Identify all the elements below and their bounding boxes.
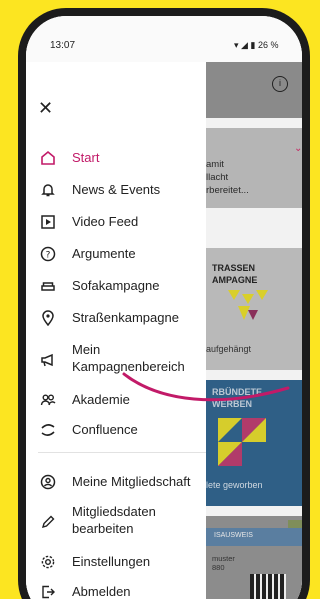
svg-text:?: ? — [46, 251, 51, 261]
member-card-text: muster 880 — [212, 554, 235, 572]
battery-icon: ▮ — [250, 40, 256, 50]
member-icon — [38, 472, 58, 492]
menu-item-label: Einstellungen — [72, 554, 151, 569]
phone-screen: 13:07 ▾ ◢ ▮ 26 % ⌄ amit llacht rbereitet… — [26, 16, 302, 599]
menu-item-label: Argumente — [72, 246, 136, 261]
close-icon[interactable]: ✕ — [38, 98, 58, 118]
menu-item-label: News & Events — [72, 182, 161, 197]
menu-divider — [38, 452, 206, 453]
menu-item-news-events[interactable]: News & Events — [38, 180, 206, 206]
qr-code-icon — [250, 574, 286, 599]
status-icons: ▾ ◢ ▮ 26 % — [234, 40, 278, 51]
menu-item-label: Straßenkampagne — [72, 310, 179, 325]
menu-item-mitgliedsdaten[interactable]: Mitgliedsdaten bearbeiten — [38, 502, 206, 542]
home-icon — [38, 148, 58, 168]
video-icon — [38, 212, 58, 232]
status-bar: 13:07 ▾ ◢ ▮ 26 % — [26, 16, 302, 62]
bell-icon — [38, 180, 58, 200]
location-pin-icon — [38, 308, 58, 328]
phone-frame: 13:07 ▾ ◢ ▮ 26 % ⌄ amit llacht rbereitet… — [18, 8, 310, 599]
confluence-icon — [38, 420, 58, 440]
background-recruit-caption: lete geworben — [206, 480, 263, 490]
sofa-icon — [38, 276, 58, 296]
background-street-caption: aufgehängt — [206, 344, 252, 354]
menu-item-label: Video Feed — [72, 214, 139, 229]
menu-item-label: Mitgliedsdaten bearbeiten — [72, 504, 156, 536]
signal-icon: ◢ — [241, 40, 248, 50]
menu-item-einstellungen[interactable]: Einstellungen — [38, 552, 206, 578]
menu-item-video-feed[interactable]: Video Feed — [38, 212, 206, 238]
wifi-icon: ▾ — [234, 40, 239, 50]
status-time: 13:07 — [50, 40, 76, 51]
member-card-band-label: ISAUSWEIS — [214, 532, 253, 539]
menu-item-strassenkampagne[interactable]: Straßenkampagne — [38, 308, 206, 334]
pink-arrow-annotation — [122, 372, 290, 402]
background-member-card: ISAUSWEIS muster 880 — [206, 516, 302, 599]
megaphone-icon — [38, 350, 58, 370]
logout-icon — [38, 582, 58, 599]
people-icon — [38, 390, 58, 410]
background-news-text: amit llacht rbereitet... — [206, 159, 249, 196]
background-news-card: ⌄ amit llacht rbereitet... — [206, 128, 302, 208]
navigation-drawer: ✕ Start News & Events Video Feed ? Argum… — [26, 62, 206, 599]
menu-item-abmelden[interactable]: Abmelden — [38, 582, 206, 599]
menu-item-label: Meine Mitgliedschaft — [72, 474, 191, 489]
menu-item-argumente[interactable]: ? Argumente — [38, 244, 206, 270]
battery-level: 26 % — [257, 40, 279, 50]
menu-item-sofakampagne[interactable]: Sofakampagne — [38, 276, 206, 302]
menu-item-label: Start — [72, 150, 100, 165]
menu-item-start[interactable]: Start — [38, 148, 206, 174]
info-icon[interactable]: i — [272, 76, 288, 92]
background-street-title: TRASSEN AMPAGNE — [212, 263, 258, 285]
menu-item-label: Sofakampagne — [72, 278, 160, 293]
menu-item-label: Abmelden — [72, 584, 131, 599]
member-card-band: ISAUSWEIS — [206, 528, 302, 546]
menu-item-mitgliedschaft[interactable]: Meine Mitgliedschaft — [38, 472, 206, 498]
question-circle-icon: ? — [38, 244, 58, 264]
background-street-campaign-card: TRASSEN AMPAGNE aufgehängt — [206, 248, 302, 370]
settings-icon — [38, 552, 58, 572]
chevron-down-icon: ⌄ — [294, 143, 302, 154]
campaign-arrows-graphic — [228, 290, 268, 320]
pencil-icon — [38, 512, 58, 532]
